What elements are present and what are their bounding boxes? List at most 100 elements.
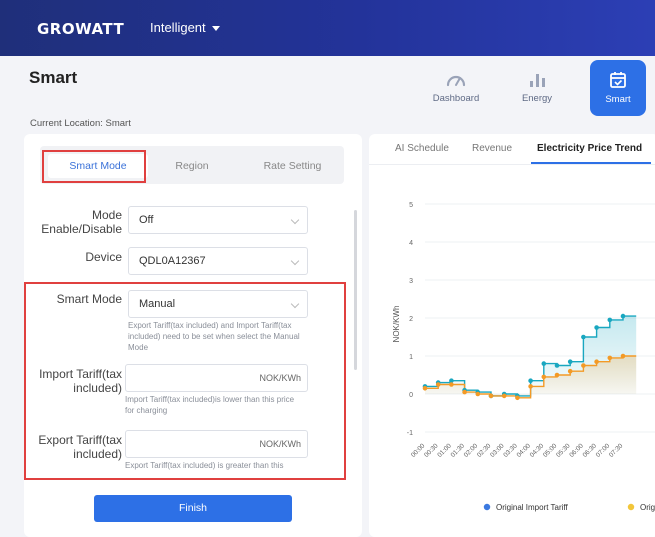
data-point <box>554 372 560 378</box>
data-point <box>581 363 586 368</box>
y-tick-label: 2 <box>409 316 413 323</box>
x-tick-label: 05:00 <box>542 442 559 459</box>
data-point <box>594 325 599 330</box>
data-point <box>567 359 573 364</box>
tab-ai-schedule[interactable]: AI Schedule <box>395 143 449 154</box>
smart-settings-panel: Smart Mode Region Rate Setting Mode Enab… <box>24 134 362 537</box>
mode-dropdown[interactable]: Intelligent <box>150 20 220 35</box>
nav-dashboard-label: Dashboard <box>432 93 480 104</box>
x-tick-label: 07:30 <box>608 442 625 459</box>
data-point <box>435 382 441 387</box>
nav-smart[interactable]: Smart <box>590 60 646 116</box>
legend-marker <box>483 503 491 511</box>
chevron-down-icon <box>290 215 300 225</box>
smart-mode-select[interactable]: Manual <box>128 290 308 318</box>
y-tick-label: -1 <box>407 430 413 437</box>
finish-button[interactable]: Finish <box>94 495 292 522</box>
nav-energy[interactable]: Energy <box>509 60 565 116</box>
nav-dashboard[interactable]: Dashboard <box>428 60 484 116</box>
data-point <box>541 374 547 380</box>
x-tick-label: 06:30 <box>582 442 599 459</box>
import-tariff-unit: NOK/KWh <box>259 373 301 383</box>
x-tick-label: 07:00 <box>595 442 612 459</box>
data-point <box>501 393 507 399</box>
legend-label[interactable]: Original Export Tariff <box>640 503 655 512</box>
caret-down-icon <box>211 26 220 31</box>
growatt-logo[interactable]: GROWATT <box>37 20 124 38</box>
import-tariff-input[interactable]: NOK/KWh <box>125 364 308 392</box>
x-tick-label: 06:00 <box>568 442 585 459</box>
mode-enable-label: Mode Enable/Disable <box>41 208 122 236</box>
tab-revenue[interactable]: Revenue <box>472 143 512 154</box>
data-point <box>462 389 467 395</box>
data-point <box>422 386 428 391</box>
tab-rate-setting[interactable]: Rate Setting <box>245 154 340 178</box>
price-trend-chart: -1012345 00:0000:3001:0001:3002:0002:300… <box>392 202 655 512</box>
data-point <box>620 353 626 359</box>
x-tick-label: 04:00 <box>516 442 533 459</box>
y-axis-label: NOK/KWh <box>392 306 401 343</box>
data-point <box>607 355 613 361</box>
data-point <box>620 313 626 319</box>
nav-energy-label: Energy <box>521 93 553 104</box>
chevron-down-icon <box>290 299 300 309</box>
data-point <box>449 382 454 387</box>
trend-panel: AI Schedule Revenue Electricity Price Tr… <box>369 134 655 537</box>
data-point <box>528 378 533 383</box>
x-tick-label: 02:30 <box>476 442 493 459</box>
tab-region[interactable]: Region <box>152 154 232 178</box>
x-tick-label: 01:30 <box>450 442 467 459</box>
active-tab-indicator <box>531 162 651 164</box>
data-point <box>581 334 586 340</box>
data-point <box>594 359 599 364</box>
export-tariff-unit: NOK/KWh <box>259 439 301 449</box>
settings-scrollbar[interactable] <box>354 210 357 370</box>
y-tick-label: 0 <box>409 392 413 399</box>
tab-electricity-price-trend[interactable]: Electricity Price Trend <box>537 143 642 154</box>
data-point <box>567 368 573 374</box>
x-tick-label: 01:00 <box>436 442 453 459</box>
y-tick-label: 3 <box>409 278 413 285</box>
top-bar: GROWATT Intelligent <box>0 0 655 56</box>
import-tariff-hint: Import Tariff(tax included)is lower than… <box>125 395 295 415</box>
breadcrumb: Current Location: Smart <box>30 118 131 129</box>
y-tick-label: 1 <box>409 354 413 361</box>
x-tick-label: 04:30 <box>529 442 546 459</box>
device-label: Device <box>85 250 122 264</box>
page-title: Smart <box>29 68 78 87</box>
tab-divider <box>369 164 655 165</box>
legend-label[interactable]: Original Import Tariff <box>496 503 569 512</box>
tab-smart-mode[interactable]: Smart Mode <box>48 154 148 178</box>
data-point <box>528 384 533 389</box>
device-value: QDL0A12367 <box>139 255 206 267</box>
x-tick-label: 00:00 <box>410 442 427 459</box>
export-tariff-label: Export Tariff(tax included) <box>38 433 122 461</box>
mode-enable-select[interactable]: Off <box>128 206 308 234</box>
data-point <box>488 393 494 399</box>
smart-mode-label: Smart Mode <box>56 292 122 306</box>
calendar-check-icon <box>610 72 626 88</box>
mode-dropdown-label: Intelligent <box>150 20 206 35</box>
smart-mode-hint: Export Tariff(tax included) and Import T… <box>128 321 300 352</box>
legend-marker <box>627 503 635 511</box>
data-point <box>475 391 481 397</box>
x-tick-label: 02:00 <box>463 442 480 459</box>
data-point <box>554 363 560 368</box>
y-tick-label: 5 <box>409 202 413 209</box>
smart-mode-value: Manual <box>139 298 176 310</box>
device-select[interactable]: QDL0A12367 <box>128 247 308 275</box>
x-tick-label: 03:00 <box>489 442 506 459</box>
data-point <box>541 361 547 366</box>
import-tariff-label: Import Tariff(tax included) <box>39 367 122 395</box>
export-tariff-hint: Export Tariff(tax included) is greater t… <box>125 461 284 470</box>
export-tariff-input[interactable]: NOK/KWh <box>125 430 308 458</box>
chevron-down-icon <box>290 256 300 266</box>
bar-chart-icon <box>530 74 545 87</box>
data-point <box>515 395 520 401</box>
y-tick-label: 4 <box>409 240 413 247</box>
mode-enable-value: Off <box>139 214 154 226</box>
x-tick-label: 03:30 <box>502 442 519 459</box>
nav-smart-label: Smart <box>605 94 631 105</box>
x-tick-label: 05:30 <box>555 442 572 459</box>
settings-tabs: Smart Mode Region Rate Setting <box>40 146 344 184</box>
